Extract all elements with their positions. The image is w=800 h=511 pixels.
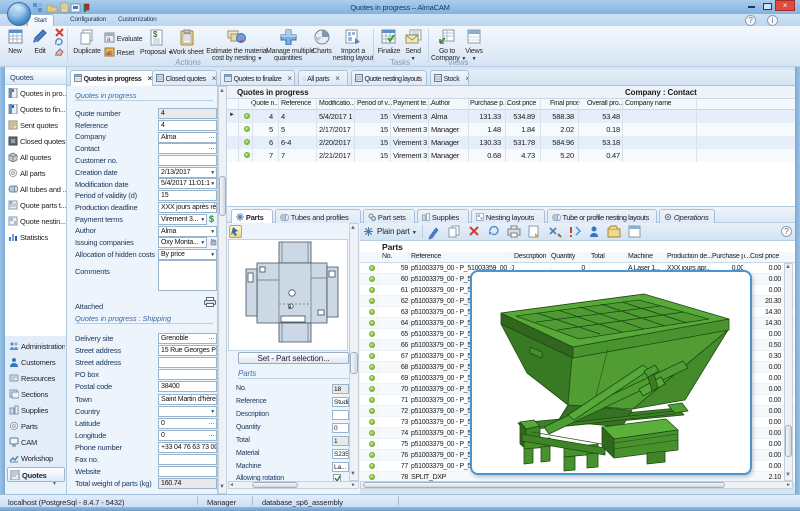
svg-text:ab: ab xyxy=(106,51,113,57)
